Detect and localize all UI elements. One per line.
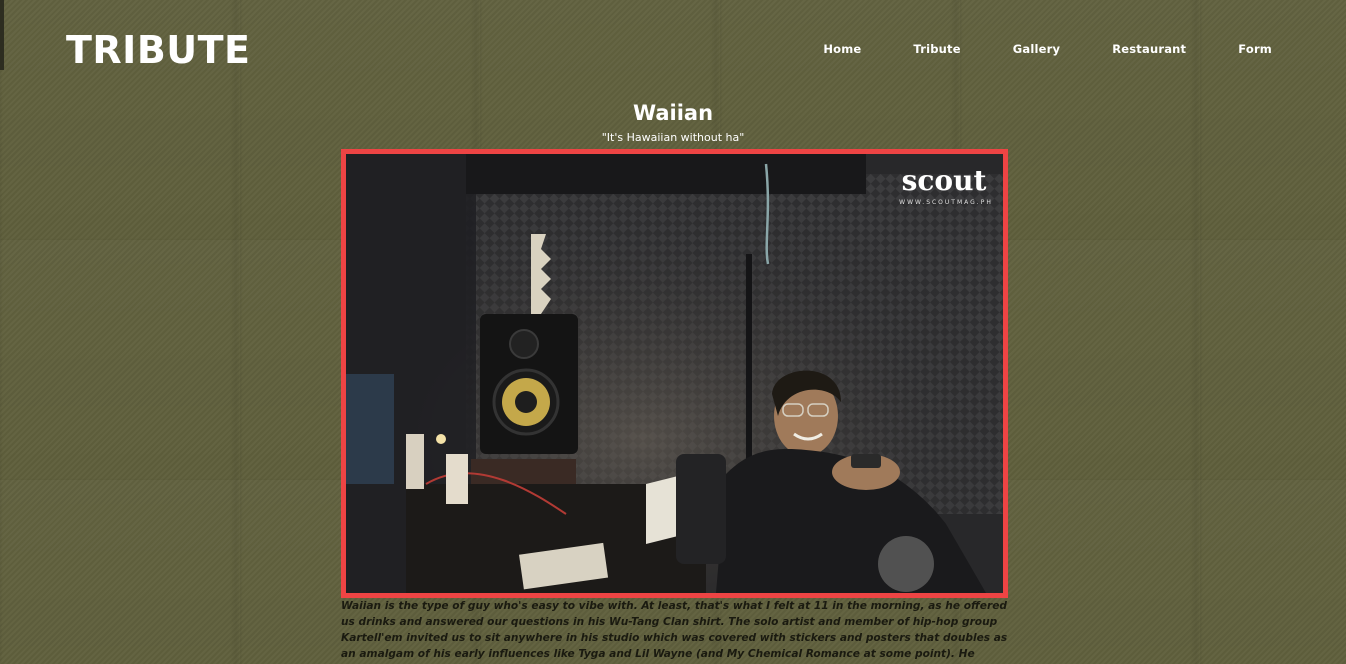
page-subtitle: "It's Hawaiian without ha": [601, 131, 745, 144]
artist-photo: scout WWW.SCOUTMAG.PH: [341, 149, 1008, 598]
nav-restaurant[interactable]: Restaurant: [1112, 42, 1186, 56]
page-title: Waiian: [632, 101, 714, 125]
watermark-logo: scout: [902, 164, 987, 197]
nav-tribute[interactable]: Tribute: [913, 42, 960, 56]
nav-home[interactable]: Home: [823, 42, 861, 56]
site-logo[interactable]: TRIBUTE: [66, 28, 251, 72]
watermark-url: WWW.SCOUTMAG.PH: [899, 199, 993, 206]
article-body: Waiian is the type of guy who's easy to …: [341, 600, 1008, 664]
main-nav: Home Tribute Gallery Restaurant Form: [771, 42, 1272, 56]
nav-gallery[interactable]: Gallery: [1013, 42, 1060, 56]
site-header: TRIBUTE Home Tribute Gallery Restaurant …: [0, 0, 1346, 100]
nav-form[interactable]: Form: [1238, 42, 1272, 56]
studio-photo-illustration: scout WWW.SCOUTMAG.PH: [346, 154, 1003, 593]
